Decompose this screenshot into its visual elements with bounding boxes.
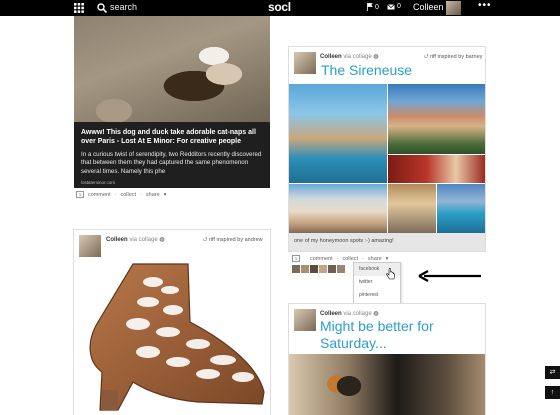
author-name: Colleen via collage ◍ [106, 236, 165, 243]
post-title[interactable]: Might be better for Saturday... [320, 318, 434, 352]
post-actions: 1 comment · collect · share ▾ [76, 191, 166, 198]
post-title[interactable]: The Sireneuse [321, 62, 412, 78]
post-title-line: Might be better for [320, 318, 434, 334]
link-title[interactable]: Awww! This dog and duck take adorable ca… [81, 128, 263, 146]
globe-icon: ◍ [373, 311, 379, 317]
via-label: via collage [343, 54, 372, 60]
dog-duck-photo[interactable] [74, 16, 270, 122]
post-title-line: Saturday... [320, 335, 387, 351]
photo-collage[interactable] [289, 84, 485, 233]
comment-link[interactable]: comment [88, 192, 111, 198]
divider: · [362, 255, 364, 262]
messages-count: 0 [397, 3, 401, 10]
post-actions: 1 comment · collect · share ▾ [292, 255, 388, 262]
apps-grid-icon[interactable] [74, 3, 84, 13]
riff-icon: ⮍ [203, 237, 208, 243]
collapse-button[interactable]: ⇄ [545, 366, 560, 379]
chevron-down-icon[interactable]: ▾ [164, 192, 167, 198]
author-link[interactable]: Colleen [320, 54, 342, 60]
comment-link[interactable]: comment [310, 256, 333, 262]
riffer-avatar[interactable] [337, 265, 345, 273]
author-name: Colleen via collage ◍ [320, 310, 379, 317]
divider: · [140, 191, 142, 198]
via-label: via collage [129, 237, 158, 243]
collage-photo-dining[interactable] [388, 155, 485, 183]
post-caption: one of my honeymoon spots :-) amazing! [289, 233, 485, 251]
collage-photo-pool[interactable] [289, 84, 387, 183]
riffer-avatar[interactable] [301, 265, 309, 273]
riff-info: ⮍ riff inspired by andrew [203, 236, 263, 245]
riffer-avatar[interactable] [328, 265, 336, 273]
chevron-down-icon[interactable]: ▾ [386, 256, 389, 262]
flag-icon [367, 3, 373, 11]
riffer-avatar[interactable] [310, 265, 318, 273]
riff-inspired-link[interactable]: riff inspired by barney [430, 54, 482, 60]
user-avatar[interactable] [446, 1, 461, 15]
link-source[interactable]: lostateminor.com [81, 180, 263, 185]
riffer-avatar[interactable] [319, 265, 327, 273]
author-avatar[interactable] [294, 52, 316, 74]
riffer-thumbnails [292, 265, 345, 273]
author-avatar[interactable] [294, 309, 316, 331]
author-link[interactable]: Colleen [320, 311, 342, 317]
more-menu-button[interactable]: ••• [478, 0, 492, 11]
scroll-top-button[interactable]: ↑ [545, 386, 560, 399]
globe-icon: ◍ [373, 54, 379, 60]
cat-photo[interactable] [289, 354, 485, 415]
pointer-arrow-icon [418, 270, 481, 282]
search-input[interactable]: search [110, 2, 137, 12]
riff-inspired-link[interactable]: riff inspired by andrew [209, 237, 263, 243]
collect-link[interactable]: collect [120, 192, 136, 198]
search-icon[interactable] [97, 3, 107, 13]
collage-photo-terrace[interactable] [388, 184, 436, 233]
divider: · [336, 255, 339, 262]
author-link[interactable]: Colleen [106, 237, 128, 243]
riff-count-box[interactable]: 1 [76, 191, 84, 198]
share-option-pinterest[interactable]: pinterest [354, 289, 400, 302]
top-bar: search socl 0 0 Colleen ••• [0, 0, 560, 16]
share-link[interactable]: share [146, 192, 160, 198]
author-avatar[interactable] [79, 235, 101, 257]
riffer-avatar[interactable] [292, 265, 300, 273]
author-name: Colleen via collage ◍ [320, 53, 379, 60]
collect-link[interactable]: collect [342, 256, 358, 262]
messages-button[interactable]: 0 [387, 3, 401, 10]
socl-logo[interactable]: socl [268, 0, 291, 14]
collage-photo-town[interactable] [388, 84, 485, 154]
divider: · [114, 191, 117, 198]
envelope-icon [387, 3, 395, 9]
collage-photo-coast[interactable] [289, 184, 387, 233]
riff-info: ⮍ riff inspired by barney [424, 53, 482, 62]
link-preview[interactable]: Awww! This dog and duck take adorable ca… [74, 122, 270, 188]
collage-photo-sea[interactable] [437, 184, 485, 233]
link-description: In a curious twist of serendipity, two R… [81, 151, 262, 175]
riff-icon: ⮍ [424, 54, 429, 60]
riff-count-box[interactable]: 1 [292, 255, 300, 262]
user-name[interactable]: Colleen [413, 2, 444, 12]
via-label: via collage [343, 311, 372, 317]
globe-icon: ◍ [159, 237, 165, 243]
notifications-count: 0 [375, 3, 379, 11]
notifications-button[interactable]: 0 [367, 3, 379, 11]
sandal-photo[interactable] [78, 262, 266, 412]
hand-cursor-icon [386, 268, 395, 280]
share-link[interactable]: share [368, 256, 382, 262]
